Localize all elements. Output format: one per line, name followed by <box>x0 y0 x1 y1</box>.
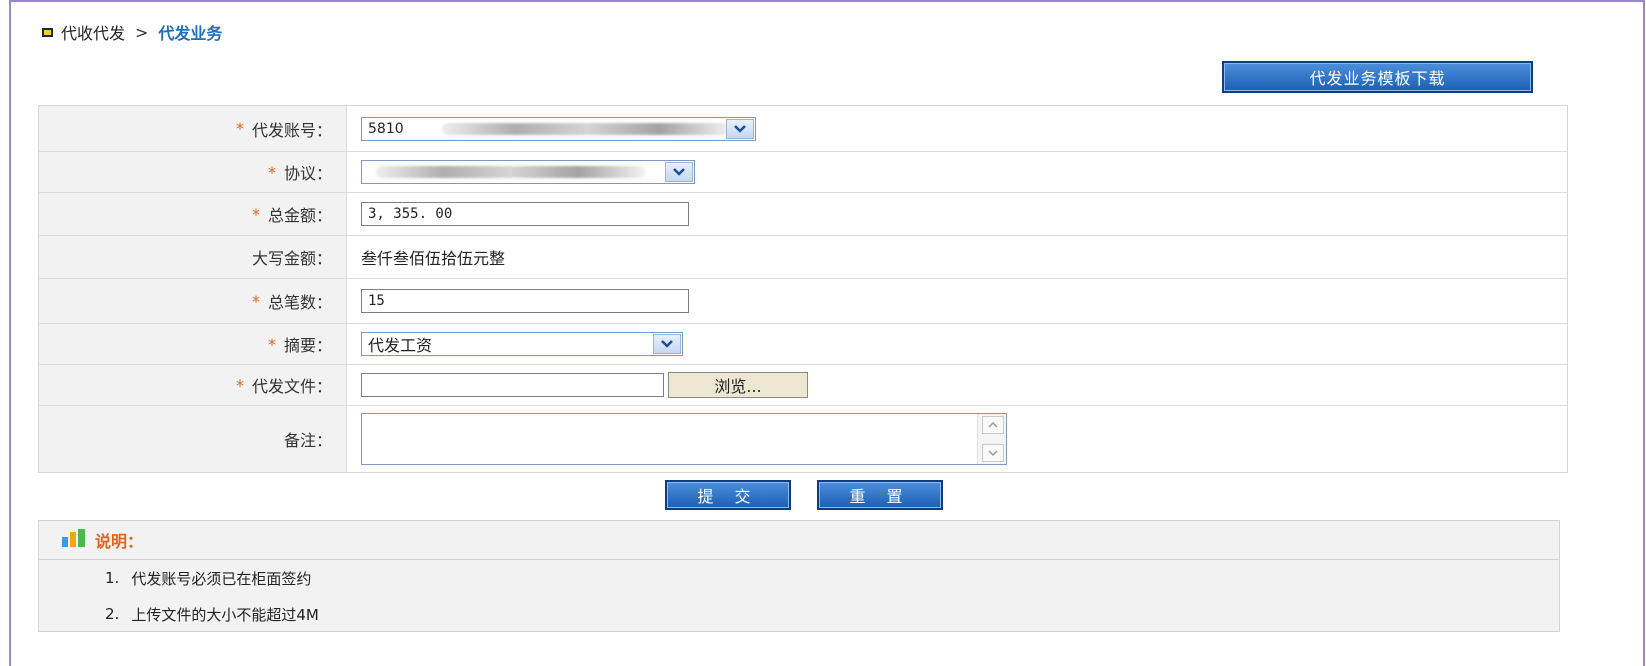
breadcrumb-current: 代发业务 <box>158 24 223 43</box>
row-agreement: * 协议： <box>39 152 1567 193</box>
scrollbar[interactable] <box>977 414 1006 464</box>
scroll-up-icon[interactable] <box>982 416 1004 434</box>
row-summary: * 摘要： 代发工资 <box>39 324 1567 365</box>
notes-title: 说明： <box>95 532 144 551</box>
amount-words-label: 大写金额： <box>39 236 347 278</box>
breadcrumb-parent[interactable]: 代收代发 <box>61 20 125 44</box>
bar-chart-icon <box>61 528 87 552</box>
browse-button[interactable]: 浏览... <box>668 372 808 398</box>
row-remark: 备注： <box>39 406 1567 472</box>
account-select[interactable]: 5810 <box>361 116 756 141</box>
list-item: 1. 代发账号必须已在柜面签约 <box>105 569 312 588</box>
summary-label: * 摘要： <box>39 324 347 364</box>
notes-panel: 说明： 1. 代发账号必须已在柜面签约 2. 上传文件的大小不能超过4M <box>38 520 1560 632</box>
total-amount-label: * 总金额： <box>39 193 347 235</box>
list-item: 2. 上传文件的大小不能超过4M <box>105 605 319 624</box>
summary-select-value: 代发工资 <box>368 336 433 355</box>
redacted-blur <box>376 166 646 178</box>
chevron-down-icon[interactable] <box>726 118 754 139</box>
agreement-select[interactable] <box>361 160 695 184</box>
chevron-down-icon[interactable] <box>665 162 693 182</box>
required-mark: * <box>235 119 244 138</box>
account-select-value: 5810 <box>368 120 404 137</box>
remark-label: 备注： <box>39 406 347 472</box>
row-file: * 代发文件： 浏览... <box>39 365 1567 406</box>
total-count-label: * 总笔数： <box>39 279 347 323</box>
total-amount-input[interactable]: 3, 355. 00 <box>361 202 689 226</box>
summary-select[interactable]: 代发工资 <box>361 332 683 356</box>
required-mark: * <box>251 204 260 224</box>
required-mark: * <box>235 375 244 395</box>
breadcrumb-square-icon <box>42 27 53 37</box>
total-count-input[interactable]: 15 <box>361 289 689 313</box>
breadcrumb-separator: > <box>135 22 149 42</box>
row-total-amount: * 总金额： 3, 355. 00 <box>39 193 1567 236</box>
required-mark: * <box>267 162 276 182</box>
required-mark: * <box>251 291 260 311</box>
agreement-label: * 协议： <box>39 152 347 192</box>
row-amount-words: 大写金额： 叁仟叁佰伍拾伍元整 <box>39 236 1567 279</box>
reset-button[interactable]: 重 置 <box>817 480 943 510</box>
amount-words-value: 叁仟叁佰伍拾伍元整 <box>361 249 506 268</box>
submit-button[interactable]: 提 交 <box>665 480 791 510</box>
template-download-button[interactable]: 代发业务模板下载 <box>1222 61 1533 93</box>
payroll-form: * 代发账号： 5810 * 协议： * 总金额： 3, 355. 00 大写金… <box>38 105 1568 473</box>
notes-header: 说明： <box>39 521 1559 560</box>
row-account: * 代发账号： 5810 <box>39 106 1567 152</box>
account-label: * 代发账号： <box>39 106 347 151</box>
scroll-down-icon[interactable] <box>982 444 1004 462</box>
redacted-blur <box>442 122 732 135</box>
row-total-count: * 总笔数： 15 <box>39 279 1567 324</box>
required-mark: * <box>267 334 276 354</box>
file-label: * 代发文件： <box>39 365 347 405</box>
chevron-down-icon[interactable] <box>653 334 681 354</box>
file-path-input[interactable] <box>361 373 664 397</box>
remark-textarea[interactable] <box>361 413 1007 465</box>
form-actions: 提 交 重 置 <box>665 480 943 510</box>
breadcrumb: 代收代发 > 代发业务 <box>42 20 222 44</box>
